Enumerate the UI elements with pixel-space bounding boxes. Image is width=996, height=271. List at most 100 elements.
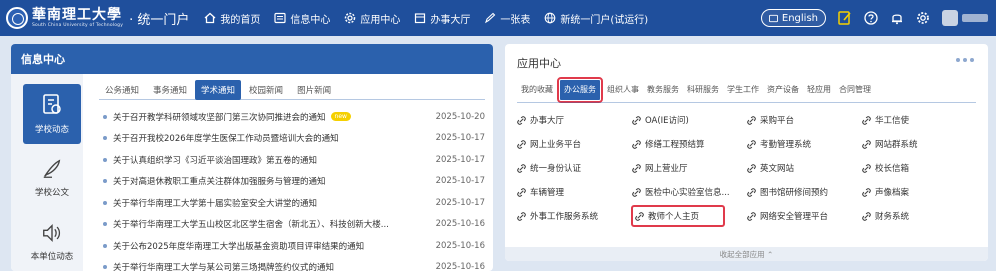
news-row[interactable]: 关于认真组织学习《习近平谈治国理政》第五卷的通知 2025-10-17: [103, 149, 485, 171]
link-icon: [747, 139, 756, 149]
app-item-label: 采购平台: [760, 116, 795, 126]
news-row[interactable]: 关于召开我校2026年度学生医保工作动员暨培训大会的通知 2025-10-17: [103, 128, 485, 150]
link-icon: [517, 187, 526, 197]
news-title[interactable]: 关于公布2025年度华南理工大学出版基金资助项目评审结果的通知: [113, 240, 364, 252]
news-title[interactable]: 关于举行华南理工大学五山校区北区学生宿舍（新北五）、科技创新大楼...: [113, 218, 389, 230]
app-item[interactable]: 外事工作服务系统: [517, 204, 632, 228]
app-item[interactable]: 网站群系统: [862, 132, 977, 156]
news-row[interactable]: 关于对高退休教职工重点关注群体加强服务与管理的通知 2025-10-17: [103, 171, 485, 193]
news-row[interactable]: 关于举行华南理工大学第十届实验室安全大讲堂的通知 2025-10-17: [103, 192, 485, 214]
app-tab-6[interactable]: 资产设备: [763, 80, 803, 100]
nav-item-5[interactable]: 新统一门户(试运行): [537, 0, 655, 36]
category-2[interactable]: 本单位动态: [23, 212, 81, 271]
pen-icon: [484, 12, 500, 24]
app-item-label: 医检中心实验室信息...: [645, 188, 730, 198]
app-item[interactable]: 采购平台: [747, 108, 862, 132]
info-tab-3[interactable]: 校园新闻: [243, 80, 289, 100]
bullet-icon: [103, 222, 107, 227]
app-item[interactable]: 英文网站: [747, 156, 862, 180]
bell-icon[interactable]: [890, 11, 904, 25]
app-tab-2[interactable]: 组织人事: [603, 80, 643, 100]
user-name-blurred[interactable]: [962, 14, 988, 22]
category-1[interactable]: 学校公文: [23, 148, 81, 208]
app-item-label: 修缮工程预结算: [645, 140, 705, 150]
news-title[interactable]: 关于举行华南理工大学第十届实验室安全大讲堂的通知: [113, 197, 317, 209]
news-row[interactable]: 关于举行华南理工大学五山校区北区学生宿舍（新北五）、科技创新大楼... 2025-…: [103, 214, 485, 236]
app-tab-1[interactable]: 办公服务: [557, 77, 603, 103]
app-item-label: 网上业务平台: [530, 140, 582, 150]
edit-icon[interactable]: [838, 11, 852, 25]
app-tab-3[interactable]: 教务服务: [643, 80, 683, 100]
app-item[interactable]: 华工信使: [862, 108, 977, 132]
more-dots-icon[interactable]: [956, 58, 974, 62]
nav-item-label: 我的首页: [220, 14, 261, 26]
news-title[interactable]: 关于召开我校2026年度学生医保工作动员暨培训大会的通知: [113, 132, 339, 144]
app-item[interactable]: 网络安全管理平台: [747, 204, 862, 228]
nav-item-4[interactable]: 一张表: [477, 0, 537, 36]
nav-item-0[interactable]: 我的首页: [197, 0, 267, 36]
app-tab-4[interactable]: 科研服务: [683, 80, 723, 100]
nav-item-1[interactable]: 信息中心: [267, 0, 337, 36]
new-badge: new: [330, 112, 351, 122]
university-logo[interactable]: 華南理工大學 South China University of Technol…: [0, 0, 123, 36]
home-icon: [204, 12, 220, 24]
nav-item-3[interactable]: 办事大厅: [407, 0, 477, 36]
nav-item-label: 应用中心: [360, 14, 401, 26]
app-item-label: 英文网站: [760, 164, 795, 174]
globe-icon: [544, 12, 560, 24]
bullet-icon: [103, 157, 107, 162]
app-item[interactable]: 网上营业厅: [632, 156, 747, 180]
app-tab-0[interactable]: 我的收藏: [517, 80, 557, 100]
app-tab-7[interactable]: 轻应用: [803, 80, 835, 100]
info-tab-1[interactable]: 事务通知: [147, 80, 193, 100]
app-item[interactable]: 办事大厅: [517, 108, 632, 132]
collapse-all-apps-button[interactable]: 收起全部应用 ⌃: [505, 247, 988, 261]
hall-icon: [414, 12, 430, 24]
english-button[interactable]: English: [760, 9, 826, 27]
app-tab-8[interactable]: 合同管理: [835, 80, 875, 100]
app-item[interactable]: 统一身份认证: [517, 156, 632, 180]
app-item-label: 车辆管理: [530, 188, 565, 198]
app-item[interactable]: 校长信箱: [862, 156, 977, 180]
category-label: 学校动态: [34, 125, 69, 135]
app-item[interactable]: 修缮工程预结算: [632, 132, 747, 156]
news-row[interactable]: 关于公布2025年度华南理工大学出版基金资助项目评审结果的通知 2025-10-1…: [103, 235, 485, 257]
news-date: 2025-10-16: [435, 219, 485, 230]
app-item[interactable]: OA(IE访问): [632, 108, 747, 132]
app-item[interactable]: 医检中心实验室信息...: [632, 180, 747, 204]
link-icon: [747, 163, 756, 173]
tab-divider: [99, 99, 485, 100]
app-item[interactable]: 考勤管理系统: [747, 132, 862, 156]
info-tab-2[interactable]: 学术通知: [195, 80, 242, 100]
news-title[interactable]: 关于认真组织学习《习近平谈治国理政》第五卷的通知: [113, 154, 317, 166]
link-icon: [517, 115, 526, 125]
bullet-icon: [103, 243, 107, 248]
app-item[interactable]: 教师个人主页: [631, 205, 725, 227]
app-item[interactable]: 图书馆研修间预约: [747, 180, 862, 204]
main-nav: 我的首页 信息中心 应用中心 办事大厅 一张表 新统一门户(试运行): [197, 0, 655, 36]
app-item[interactable]: 网上业务平台: [517, 132, 632, 156]
category-0[interactable]: 学校动态: [23, 84, 81, 144]
link-icon: [517, 139, 526, 149]
app-item-label: 统一身份认证: [530, 164, 582, 174]
info-tab-4[interactable]: 图片新闻: [291, 80, 337, 100]
app-item[interactable]: 财务系统: [862, 204, 977, 228]
app-tab-5[interactable]: 学生工作: [723, 80, 763, 100]
nav-item-label: 办事大厅: [430, 14, 471, 26]
app-item[interactable]: 声像档案: [862, 180, 977, 204]
settings-gear-icon[interactable]: [916, 11, 930, 25]
app-item[interactable]: 车辆管理: [517, 180, 632, 204]
user-avatar[interactable]: [942, 10, 958, 26]
news-row[interactable]: 关于召开教学科研领域攻坚部门第三次协同推进会的通知 new 2025-10-20: [103, 106, 485, 128]
news-title[interactable]: 关于召开教学科研领域攻坚部门第三次协同推进会的通知: [113, 111, 326, 123]
nav-item-2[interactable]: 应用中心: [337, 0, 407, 36]
help-icon[interactable]: [864, 11, 878, 25]
link-icon: [747, 187, 756, 197]
speaker-icon: [41, 222, 63, 250]
news-title[interactable]: 关于对高退休教职工重点关注群体加强服务与管理的通知: [113, 175, 326, 187]
info-tab-0[interactable]: 公务通知: [99, 80, 145, 100]
app-grid: 办事大厅 OA(IE访问) 采购平台 华工信使网上业务平台 修缮工程预结算 考勤管理系统网…: [517, 108, 977, 228]
app-item-label: 图书馆研修间预约: [760, 188, 829, 198]
news-row[interactable]: 关于举行华南理工大学与某公司第三场揭牌签约仪式的通知 2025-10-16: [103, 257, 485, 271]
news-title[interactable]: 关于举行华南理工大学与某公司第三场揭牌签约仪式的通知: [113, 261, 334, 271]
